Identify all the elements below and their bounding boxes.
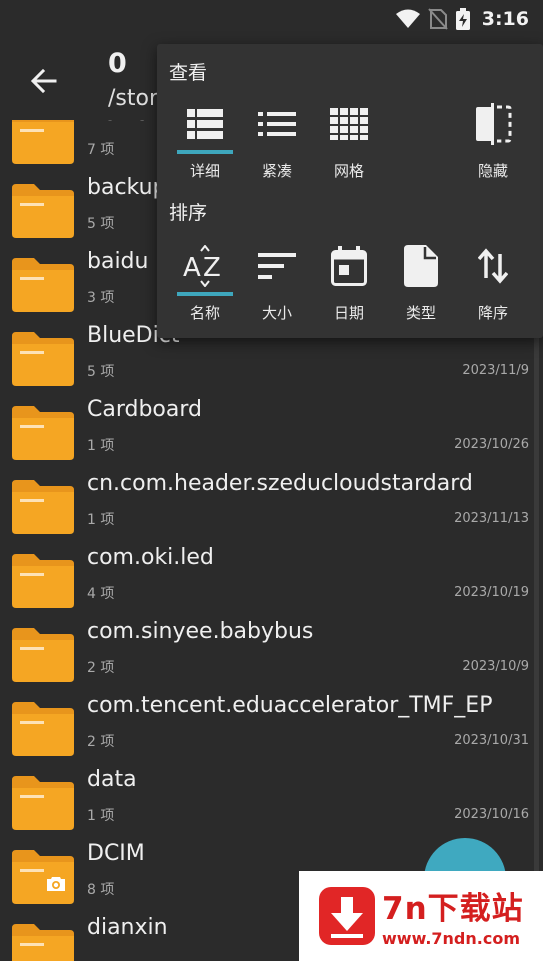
file-name: data (87, 767, 137, 792)
download-logo-icon (319, 887, 375, 945)
view-option-label: 紧凑 (261, 162, 292, 180)
file-date: 2023/11/13 (454, 511, 529, 526)
sort-option-size[interactable]: 大小 (241, 242, 313, 334)
view-option-hide[interactable]: 隐藏 (457, 100, 529, 192)
watermark-logo: 7n下载站 www.7ndn.com (299, 871, 543, 961)
folder-icon (10, 478, 76, 536)
file-name: cn.com.header.szeducloudstardard (87, 471, 473, 496)
list-detail-icon (187, 109, 223, 139)
file-item-count: 1 项 (87, 512, 115, 528)
view-option-label: 隐藏 (477, 162, 508, 180)
file-item-count: 3 项 (87, 290, 115, 306)
file-date: 2023/10/31 (454, 733, 529, 748)
file-name: com.sinyee.babybus (87, 619, 314, 644)
file-item-count: 2 项 (87, 734, 115, 750)
swap-vert-icon (478, 248, 508, 284)
file-name: Cardboard (87, 397, 202, 422)
folder-icon (10, 774, 76, 832)
file-item-count: 7 项 (87, 142, 115, 158)
file-date: 2023/10/9 (462, 659, 529, 674)
view-heading: 查看 (169, 62, 208, 84)
file-name: DCIM (87, 841, 145, 866)
sort-option-label: 类型 (405, 304, 436, 322)
folder-icon (10, 552, 76, 610)
sort-option-label: 降序 (477, 304, 508, 322)
battery-charging-icon (455, 8, 470, 30)
watermark-url: www.7ndn.com (382, 929, 520, 948)
file-list-item[interactable]: cn.com.header.szeducloudstardard 1 项 2023/… (0, 464, 543, 538)
back-button[interactable] (22, 60, 64, 102)
folder-icon (10, 922, 76, 961)
file-date: 2023/11/9 (462, 363, 529, 378)
no-sim-icon (427, 8, 448, 30)
sort-option-descending[interactable]: 降序 (457, 242, 529, 334)
folder-icon (10, 182, 76, 240)
view-option-label: 网格 (333, 162, 364, 180)
sort-option-type[interactable]: 类型 (385, 242, 457, 334)
file-name: backup (87, 175, 167, 200)
sort-option-label: 大小 (261, 304, 292, 322)
view-option-grid[interactable]: 网格 (313, 100, 385, 192)
wifi-icon (395, 9, 420, 28)
file-item-count: 5 项 (87, 364, 115, 380)
sort-option-label: 名称 (189, 304, 220, 322)
file-name: dianxin (87, 915, 168, 940)
folder-icon (10, 700, 76, 758)
file-list-item[interactable]: data 1 项 2023/10/16 (0, 760, 543, 834)
status-bar: 3:16 (0, 0, 543, 38)
grid-icon (330, 108, 368, 140)
page-title: 0 (108, 48, 127, 79)
folder-icon (10, 626, 76, 684)
svg-text:Z: Z (203, 253, 221, 283)
file-item-count: 2 项 (87, 660, 115, 676)
file-item-count: 1 项 (87, 438, 115, 454)
view-option-compact[interactable]: 紧凑 (241, 100, 313, 192)
file-list-item[interactable]: com.oki.led 4 项 2023/10/19 (0, 538, 543, 612)
sort-az-icon: AZ (183, 245, 221, 287)
file-name: com.tencent.eduaccelerator_TMF_EP (87, 693, 493, 718)
file-item-count: 8 项 (87, 882, 115, 898)
file-list-item[interactable]: Cardboard 1 项 2023/10/26 (0, 390, 543, 464)
file-list-item[interactable]: com.tencent.eduaccelerator_TMF_EP 2 项 2023… (0, 686, 543, 760)
sort-heading: 排序 (169, 202, 208, 224)
selected-indicator (177, 292, 233, 296)
view-sort-popup: 查看 详细 紧凑 网格 隐藏 排序 AZ 名称 大小 日期 类型 降序 (157, 44, 543, 338)
calendar-icon (331, 246, 367, 286)
file-name: baidu (87, 249, 149, 274)
file-item-count: 5 项 (87, 216, 115, 232)
file-date: 2023/10/16 (454, 807, 529, 822)
file-date: 2023/10/26 (454, 437, 529, 452)
selected-indicator (177, 150, 233, 154)
arrow-back-icon (30, 68, 57, 94)
file-icon (404, 245, 438, 287)
file-name: com.oki.led (87, 545, 214, 570)
view-option-detail[interactable]: 详细 (169, 100, 241, 192)
status-time: 3:16 (481, 8, 529, 30)
sort-option-label: 日期 (333, 304, 364, 322)
folder-icon (10, 330, 76, 388)
list-compact-icon (258, 112, 296, 136)
folder-icon (10, 404, 76, 462)
file-date: 2023/10/19 (454, 585, 529, 600)
file-item-count: 1 项 (87, 808, 115, 824)
watermark-title: 7n下载站 (382, 891, 524, 927)
sort-option-name[interactable]: AZ 名称 (169, 242, 241, 334)
folder-icon (10, 256, 76, 314)
sort-option-date[interactable]: 日期 (313, 242, 385, 334)
file-item-count: 4 项 (87, 586, 115, 602)
hide-icon (476, 103, 512, 145)
file-list-item[interactable]: com.sinyee.babybus 2 项 2023/10/9 (0, 612, 543, 686)
svg-text:A: A (183, 253, 201, 283)
view-option-label: 详细 (189, 162, 220, 180)
camera-folder-icon (10, 848, 76, 906)
sort-size-icon (258, 253, 296, 279)
